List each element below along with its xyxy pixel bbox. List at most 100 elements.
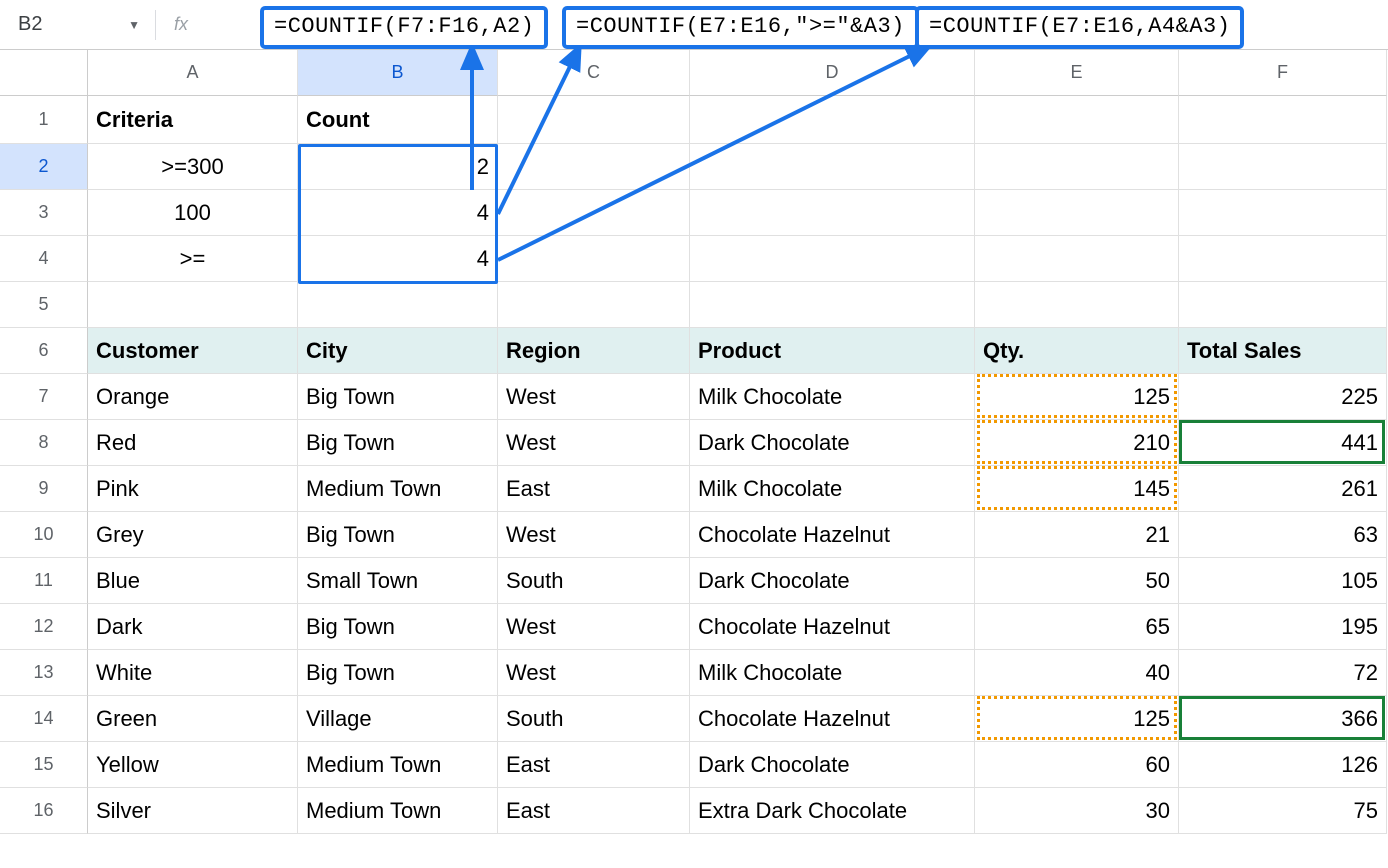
cell-a4[interactable]: >= [88,236,298,282]
cell-b6[interactable]: City [298,328,498,374]
cell-e6[interactable]: Qty. [975,328,1179,374]
cell-a5[interactable] [88,282,298,328]
cell-e14[interactable]: 125 [975,696,1179,742]
row-head-3[interactable]: 3 [0,190,88,236]
cell-c15[interactable]: East [498,742,690,788]
cell-e10[interactable]: 21 [975,512,1179,558]
col-head-f[interactable]: F [1179,50,1387,96]
name-box[interactable]: B2 ▼ [0,13,155,36]
row-head-11[interactable]: 11 [0,558,88,604]
cell-a14[interactable]: Green [88,696,298,742]
cell-f12[interactable]: 195 [1179,604,1387,650]
col-head-c[interactable]: C [498,50,690,96]
row-head-15[interactable]: 15 [0,742,88,788]
cell-b7[interactable]: Big Town [298,374,498,420]
cell-b12[interactable]: Big Town [298,604,498,650]
cell-c9[interactable]: East [498,466,690,512]
cell-f7[interactable]: 225 [1179,374,1387,420]
cell-a6[interactable]: Customer [88,328,298,374]
cell-c16[interactable]: East [498,788,690,834]
cell-b5[interactable] [298,282,498,328]
cell-d2[interactable] [690,144,975,190]
col-head-d[interactable]: D [690,50,975,96]
cell-a2[interactable]: >=300 [88,144,298,190]
cell-a11[interactable]: Blue [88,558,298,604]
cell-d16[interactable]: Extra Dark Chocolate [690,788,975,834]
cell-d6[interactable]: Product [690,328,975,374]
cell-c3[interactable] [498,190,690,236]
col-head-e[interactable]: E [975,50,1179,96]
cell-c12[interactable]: West [498,604,690,650]
cell-d7[interactable]: Milk Chocolate [690,374,975,420]
cell-e15[interactable]: 60 [975,742,1179,788]
row-head-7[interactable]: 7 [0,374,88,420]
cell-f14[interactable]: 366 [1179,696,1387,742]
row-head-16[interactable]: 16 [0,788,88,834]
cell-f15[interactable]: 126 [1179,742,1387,788]
cell-b4[interactable]: 4 [298,236,498,282]
cell-c8[interactable]: West [498,420,690,466]
col-head-b[interactable]: B [298,50,498,96]
row-head-4[interactable]: 4 [0,236,88,282]
cell-e13[interactable]: 40 [975,650,1179,696]
cell-d12[interactable]: Chocolate Hazelnut [690,604,975,650]
cell-a15[interactable]: Yellow [88,742,298,788]
cell-b10[interactable]: Big Town [298,512,498,558]
cell-a7[interactable]: Orange [88,374,298,420]
cell-f11[interactable]: 105 [1179,558,1387,604]
cell-e4[interactable] [975,236,1179,282]
cell-a12[interactable]: Dark [88,604,298,650]
cell-e3[interactable] [975,190,1179,236]
cell-a3[interactable]: 100 [88,190,298,236]
cell-a13[interactable]: White [88,650,298,696]
cell-c7[interactable]: West [498,374,690,420]
cell-c10[interactable]: West [498,512,690,558]
cell-c14[interactable]: South [498,696,690,742]
cell-b2[interactable]: 2 [298,144,498,190]
row-head-10[interactable]: 10 [0,512,88,558]
cell-d9[interactable]: Milk Chocolate [690,466,975,512]
cell-e12[interactable]: 65 [975,604,1179,650]
cell-c6[interactable]: Region [498,328,690,374]
cell-c4[interactable] [498,236,690,282]
cell-d14[interactable]: Chocolate Hazelnut [690,696,975,742]
row-head-12[interactable]: 12 [0,604,88,650]
cell-e8[interactable]: 210 [975,420,1179,466]
cell-c1[interactable] [498,96,690,144]
cell-d15[interactable]: Dark Chocolate [690,742,975,788]
cell-c5[interactable] [498,282,690,328]
cell-e1[interactable] [975,96,1179,144]
cell-c2[interactable] [498,144,690,190]
row-head-1[interactable]: 1 [0,96,88,144]
cell-a9[interactable]: Pink [88,466,298,512]
row-head-2[interactable]: 2 [0,144,88,190]
row-head-14[interactable]: 14 [0,696,88,742]
col-head-a[interactable]: A [88,50,298,96]
cell-c13[interactable]: West [498,650,690,696]
cell-b3[interactable]: 4 [298,190,498,236]
cell-b11[interactable]: Small Town [298,558,498,604]
cell-d3[interactable] [690,190,975,236]
cell-f3[interactable] [1179,190,1387,236]
row-head-6[interactable]: 6 [0,328,88,374]
cell-b1[interactable]: Count [298,96,498,144]
cell-e2[interactable] [975,144,1179,190]
cell-f5[interactable] [1179,282,1387,328]
cell-a8[interactable]: Red [88,420,298,466]
cell-e16[interactable]: 30 [975,788,1179,834]
cell-a10[interactable]: Grey [88,512,298,558]
cell-d4[interactable] [690,236,975,282]
cell-d8[interactable]: Dark Chocolate [690,420,975,466]
chevron-down-icon[interactable]: ▼ [128,18,140,32]
cell-e11[interactable]: 50 [975,558,1179,604]
cell-f10[interactable]: 63 [1179,512,1387,558]
cell-b9[interactable]: Medium Town [298,466,498,512]
cell-f1[interactable] [1179,96,1387,144]
row-head-9[interactable]: 9 [0,466,88,512]
cell-b16[interactable]: Medium Town [298,788,498,834]
cell-d5[interactable] [690,282,975,328]
cell-d10[interactable]: Chocolate Hazelnut [690,512,975,558]
row-head-13[interactable]: 13 [0,650,88,696]
cell-f4[interactable] [1179,236,1387,282]
cell-b15[interactable]: Medium Town [298,742,498,788]
